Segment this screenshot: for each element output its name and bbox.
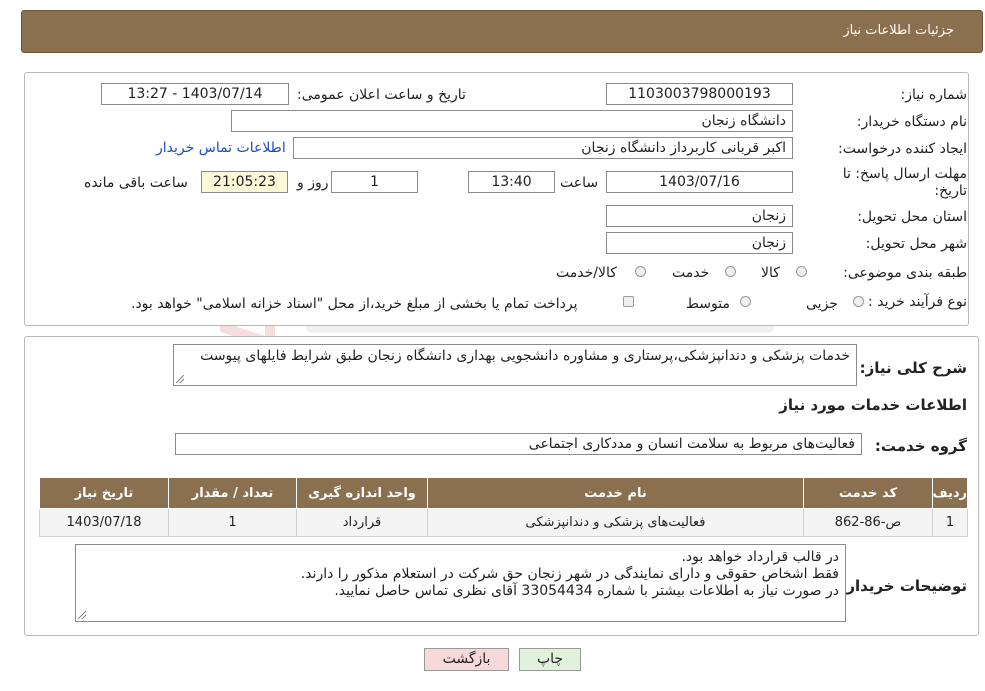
summary-text: خدمات پزشکی و دندانپزشکی،پرستاری و مشاور… [200, 348, 850, 364]
category-service-radio[interactable] [725, 266, 736, 277]
notes-label: توضیحات خریدار: [840, 577, 967, 595]
city-field: زنجان [606, 232, 793, 254]
page-header: جزئیات اطلاعات نیاز [21, 10, 983, 53]
payment-checkbox[interactable] [623, 296, 634, 307]
table-row: 1 ص-86-862 فعالیت‌های پزشکی و دندانپزشکی… [39, 508, 968, 537]
deadline-time-label: ساعت [560, 175, 599, 191]
notes-line: در صورت نیاز به اطلاعات بیشتر با شماره 3… [334, 583, 839, 599]
province-label: استان محل تحویل: [857, 209, 967, 225]
table-header-row: ردیف کد خدمت نام خدمت واحد اندازه گیری ت… [39, 477, 968, 509]
notes-line: در قالب قرارداد خواهد بود. [681, 549, 839, 565]
group-field: فعالیت‌های مربوط به سلامت انسان و مددکار… [175, 433, 862, 455]
process-label: نوع فرآیند خرید : [868, 294, 967, 310]
process-medium-label: متوسط [686, 296, 730, 312]
category-both-label: کالا/خدمت [556, 265, 617, 281]
summary-field: خدمات پزشکی و دندانپزشکی،پرستاری و مشاور… [173, 344, 857, 386]
resize-grip-icon[interactable] [176, 375, 184, 383]
buyer-label: نام دستگاه خریدار: [856, 114, 967, 130]
category-goods-radio[interactable] [796, 266, 807, 277]
table-header-cell: کد خدمت [803, 477, 933, 509]
table-cell: 1403/07/18 [39, 508, 169, 537]
table-cell: قرارداد [296, 508, 428, 537]
table-header-cell: تعداد / مقدار [168, 477, 297, 509]
buyer-field: دانشگاه زنجان [231, 110, 793, 132]
announce-field: 1403/07/14 - 13:27 [101, 83, 289, 105]
table-header-cell: نام خدمت [427, 477, 804, 509]
category-service-label: خدمت [672, 265, 710, 281]
days-label: روز و [297, 175, 329, 191]
table-cell: ص-86-862 [803, 508, 933, 537]
services-table: ردیف کد خدمت نام خدمت واحد اندازه گیری ت… [39, 477, 968, 537]
back-button[interactable]: بازگشت [424, 648, 509, 671]
process-minor-radio[interactable] [853, 296, 864, 307]
deadline-time-field: 13:40 [468, 171, 555, 193]
process-medium-radio[interactable] [740, 296, 751, 307]
group-label: گروه خدمت: [874, 437, 967, 455]
table-header-cell: ردیف [932, 477, 968, 509]
creator-field: اکبر قربانی کاربرداز دانشگاه زنجان [293, 137, 793, 159]
page-title: جزئیات اطلاعات نیاز [843, 23, 954, 38]
print-button[interactable]: چاپ [519, 648, 581, 671]
days-field: 1 [331, 171, 418, 193]
services-title: اطلاعات خدمات مورد نیاز [779, 396, 967, 414]
payment-note: پرداخت تمام یا بخشی از مبلغ خرید،از محل … [131, 296, 578, 312]
table-cell: فعالیت‌های پزشکی و دندانپزشکی [427, 508, 804, 537]
remaining-label: ساعت باقی مانده [84, 175, 188, 191]
resize-grip-icon[interactable] [78, 611, 86, 619]
deadline-label: مهلت ارسال پاسخ: تا تاریخ: [842, 166, 967, 199]
remaining-field: 21:05:23 [201, 171, 288, 193]
announce-label: تاریخ و ساعت اعلان عمومی: [297, 87, 466, 103]
creator-label: ایجاد کننده درخواست: [838, 141, 967, 157]
table-header-cell: واحد اندازه گیری [296, 477, 428, 509]
need-number-field: 1103003798000193 [606, 83, 793, 105]
notes-field: در قالب قرارداد خواهد بود. فقط اشخاص حقو… [75, 544, 846, 622]
category-label: طبقه بندی موضوعی: [843, 265, 967, 281]
city-label: شهر محل تحویل: [865, 236, 967, 252]
category-goods-label: کالا [761, 265, 780, 281]
province-field: زنجان [606, 205, 793, 227]
notes-line: فقط اشخاص حقوقی و دارای نمایندگی در شهر … [300, 566, 839, 582]
table-header-cell: تاریخ نیاز [39, 477, 169, 509]
deadline-date-field: 1403/07/16 [606, 171, 793, 193]
category-both-radio[interactable] [635, 266, 646, 277]
process-minor-label: جزیی [806, 296, 838, 312]
need-number-label: شماره نیاز: [900, 87, 968, 103]
table-cell: 1 [932, 508, 968, 537]
table-cell: 1 [168, 508, 297, 537]
buyer-contact-link[interactable]: اطلاعات تماس خریدار [156, 140, 286, 156]
summary-label: شرح کلی نیاز: [859, 359, 967, 377]
